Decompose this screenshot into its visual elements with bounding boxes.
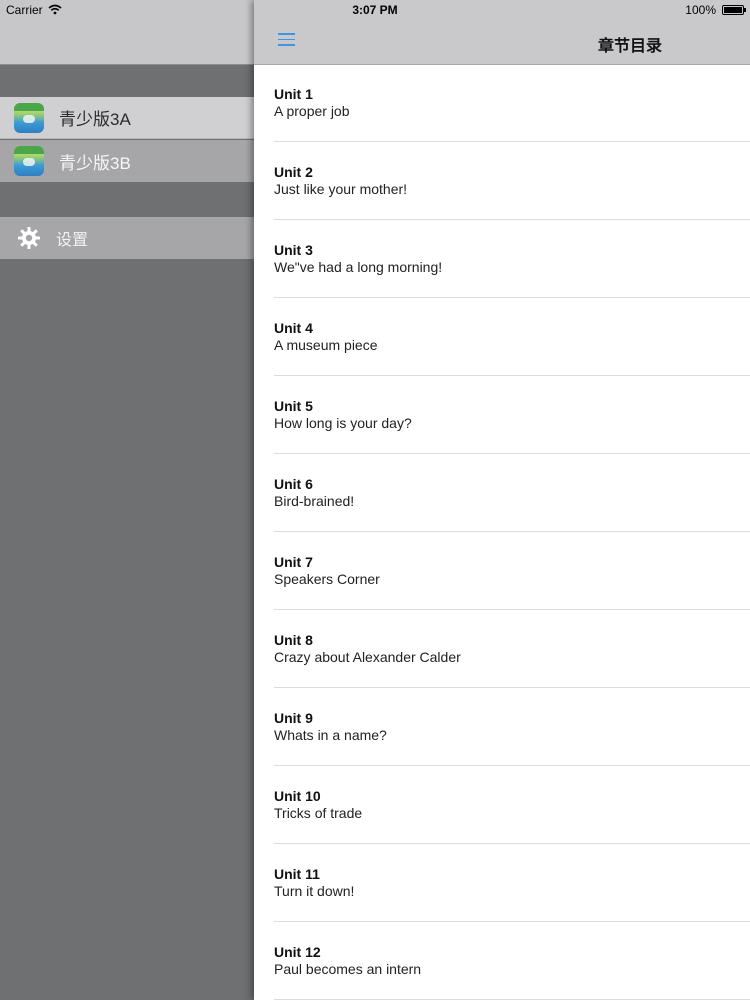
side-menu-item-book-3a[interactable]: 青少版3A (0, 97, 254, 139)
list-item[interactable]: Unit 3 We"ve had a long morning! (274, 220, 750, 298)
status-time: 3:07 PM (352, 3, 398, 17)
list-item[interactable]: Unit 1A proper job (274, 64, 750, 142)
unit-subtitle: Tricks of trade (274, 805, 363, 821)
unit-title: Unit 1 (274, 86, 313, 102)
list-item[interactable]: Unit 7 Speakers Corner (274, 532, 750, 610)
page-title: 章节目录 (597, 38, 662, 55)
side-menu-item-label: 青少版3B (59, 153, 131, 173)
unit-subtitle: Whats in a name? (274, 727, 387, 743)
unit-subtitle: Turn it down! (274, 883, 355, 899)
side-menu-item-label: 设置 (56, 232, 89, 249)
unit-title: Unit 10 (274, 788, 321, 804)
battery-icon (722, 5, 746, 15)
status-bar: Carrier 3:07 PM 100% (0, 0, 750, 20)
side-menu-item-settings[interactable]: 设置 (0, 217, 254, 259)
side-menu-item-label: 青少版3A (59, 110, 131, 129)
list-item[interactable]: Unit 10 Tricks of trade (274, 766, 750, 844)
unit-subtitle: A proper job (274, 103, 350, 119)
book-cover-icon (14, 146, 44, 176)
unit-subtitle: Speakers Corner (274, 571, 380, 587)
list-item[interactable]: Unit 11 Turn it down! (274, 844, 750, 922)
unit-title: Unit 2 (274, 164, 313, 180)
unit-title: Unit 5 (274, 398, 313, 414)
unit-title: Unit 9 (274, 710, 313, 726)
unit-title: Unit 4 (274, 320, 313, 336)
unit-title: Unit 7 (274, 554, 313, 570)
unit-title: Unit 3 (274, 242, 313, 258)
list-item[interactable]: Unit 4A museum piece (274, 298, 750, 376)
unit-subtitle: Bird-brained! (274, 493, 355, 509)
unit-list: Unit 1A proper job Unit 2 Just like your m… (254, 64, 750, 1000)
unit-title: Unit 6 (274, 476, 313, 492)
list-item[interactable]: Unit 6 Bird-brained! (274, 454, 750, 532)
unit-subtitle: Just like your mother! (274, 181, 408, 197)
gear-icon (18, 227, 40, 249)
side-menu: 青少版3A 青少版3B 设置 (0, 0, 254, 1000)
side-menu-item-book-3b[interactable]: 青少版3B (0, 140, 254, 182)
unit-title: Unit 8 (274, 632, 313, 648)
unit-subtitle: Paul becomes an intern (274, 961, 422, 977)
book-cover-icon (14, 102, 44, 133)
list-item[interactable]: Unit 9 Whats in a name? (274, 688, 750, 766)
unit-subtitle: A museum piece (274, 337, 378, 353)
unit-subtitle: Crazy about Alexander Calder (274, 649, 461, 665)
chapter-panel: 章节目录 Unit 1A proper job Unit 2 Just like y… (254, 0, 750, 1000)
battery-percent: 100% (685, 3, 716, 17)
list-item[interactable]: Unit 8 Crazy about Alexander Calder (274, 610, 750, 688)
unit-title: Unit 12 (274, 944, 321, 960)
list-item[interactable]: Unit 5 How long is your day? (274, 376, 750, 454)
list-item[interactable]: Unit 2 Just like your mother! (274, 142, 750, 220)
unit-subtitle: We"ve had a long morning! (274, 259, 443, 275)
list-item[interactable]: Unit 12 Paul becomes an intern (274, 922, 750, 1000)
unit-title: Unit 11 (274, 866, 320, 882)
unit-subtitle: How long is your day? (274, 415, 412, 431)
